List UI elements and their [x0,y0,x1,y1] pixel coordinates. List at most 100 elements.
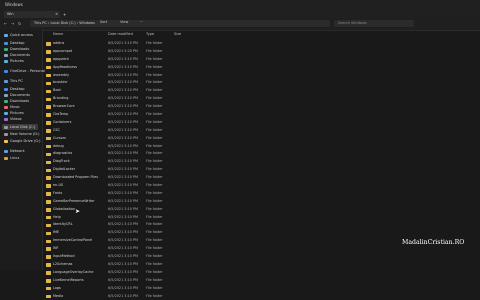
file-row[interactable]: apppatch6/5/2021 3:10 PMFile folder [44,56,344,64]
column-date[interactable]: Date modified [108,32,133,36]
file-name: DigitalLocker [53,166,75,174]
file-date: 6/5/2021 3:10 PM [108,127,138,135]
sidebar-item-label: This PC [10,79,23,83]
file-row[interactable]: Logs6/5/2021 3:10 PMFile folder [44,285,344,293]
file-row[interactable]: DigitalLocker6/5/2021 3:10 PMFile folder [44,166,344,174]
file-date: 6/5/2021 5:20 PM [108,48,138,56]
file-row[interactable]: Help6/5/2021 3:10 PMFile folder [44,214,344,222]
add-tab-button[interactable]: + [63,11,66,18]
file-date: 6/5/2021 3:10 PM [108,79,138,87]
file-name: ImmersiveControlPanel [53,237,92,245]
file-row[interactable]: CSC6/5/2021 3:10 PMFile folder [44,127,344,135]
sidebar-item[interactable]: Google Drive (G:) [4,138,41,144]
file-row[interactable]: ImmersiveControlPanel6/5/2021 3:10 PMFil… [44,237,344,245]
tab-windows[interactable]: Win × [4,11,60,18]
file-type: File folder [146,119,163,127]
view-button[interactable]: View [120,20,128,24]
sidebar-item[interactable]: New Volume (D:) [4,131,39,137]
forward-icon[interactable]: → [11,21,14,26]
column-name[interactable]: Name [53,32,63,36]
file-date: 6/5/2021 3:10 PM [108,293,138,300]
file-row[interactable]: en-US6/5/2021 3:10 PMFile folder [44,182,344,190]
file-row[interactable]: InputMethod6/5/2021 3:10 PMFile folder [44,253,344,261]
file-row[interactable]: Cursors6/5/2021 3:10 PMFile folder [44,135,344,143]
refresh-icon[interactable]: ↻ [18,21,21,26]
file-name: Boot [53,87,61,95]
path-breadcrumb[interactable]: This PC › Local Disk (C:) › Windows [30,20,330,27]
file-row[interactable]: appcompat6/5/2021 5:20 PMFile folder [44,48,344,56]
file-row[interactable]: Branding6/5/2021 3:10 PMFile folder [44,95,344,103]
file-type: File folder [146,103,163,111]
title-bar: Windows [0,0,480,10]
folder-icon [46,247,51,251]
column-type[interactable]: Type [146,32,154,36]
sidebar-item-label: New Volume (D:) [10,132,39,136]
file-type: File folder [146,253,163,261]
file-row[interactable]: assembly6/5/2021 3:10 PMFile folder [44,72,344,80]
file-name: diagnostics [53,150,72,158]
folder-icon [46,287,51,291]
close-tab-icon[interactable]: × [55,11,58,18]
column-size[interactable]: Size [174,32,181,36]
file-row[interactable]: addins6/5/2021 3:10 PMFile folder [44,40,344,48]
file-name: BrowserCore [53,103,75,111]
file-row[interactable]: diagnostics6/5/2021 3:10 PMFile folder [44,150,344,158]
file-row[interactable]: CbsTemp6/5/2021 3:10 PMFile folder [44,111,344,119]
file-row[interactable]: LanguageOverlayCache6/5/2021 3:10 PMFile… [44,269,344,277]
sidebar-item[interactable]: OneDrive - Personal [4,68,45,74]
file-date: 6/5/2021 3:10 PM [108,214,138,222]
file-row[interactable]: LiveKernelReports6/5/2021 3:10 PMFile fo… [44,277,344,285]
file-type: File folder [146,285,163,293]
file-row[interactable]: AppReadiness6/5/2021 3:10 PMFile folder [44,64,344,72]
file-date: 6/5/2021 3:10 PM [108,277,138,285]
back-icon[interactable]: ← [4,21,7,26]
file-row[interactable]: debug6/5/2021 3:10 PMFile folder [44,143,344,151]
file-row[interactable]: L2Schemas6/5/2021 3:10 PMFile folder [44,261,344,269]
file-date: 6/5/2021 3:10 PM [108,253,138,261]
folder-icon [46,105,51,109]
file-row[interactable]: Media6/5/2021 3:10 PMFile folder [44,293,344,300]
file-row[interactable]: GameBarPresenceWriter6/5/2021 3:10 PMFil… [44,198,344,206]
file-type: File folder [146,79,163,87]
file-name: INF [53,245,59,253]
file-row[interactable]: IdentityCRL6/5/2021 3:10 PMFile folder [44,221,344,229]
sidebar-item[interactable]: Local Disk (C:) [2,124,38,130]
file-type: File folder [146,174,163,182]
file-type: File folder [146,261,163,269]
sidebar-item[interactable]: Pictures [4,58,24,64]
file-name: AppReadiness [53,64,77,72]
file-name: DiagTrack [53,158,70,166]
more-button[interactable]: ··· [140,20,143,24]
sidebar-item[interactable]: Quick access [4,32,33,38]
file-date: 6/5/2021 3:10 PM [108,190,138,198]
sidebar-item-label: Local Disk (C:) [10,125,35,129]
file-type: File folder [146,182,163,190]
file-name: Branding [53,95,68,103]
folder-icon [46,169,51,173]
sort-button[interactable]: Sort [100,20,107,24]
file-row[interactable]: bcastdvr6/5/2021 3:10 PMFile folder [44,79,344,87]
file-row[interactable]: Globalization6/5/2021 3:10 PMFile folder [44,206,344,214]
sidebar-item[interactable]: This PC [4,78,23,84]
sidebar-item[interactable]: Network [4,148,25,154]
file-name: Help [53,214,61,222]
folder-icon [4,80,8,83]
file-row[interactable]: Fonts6/5/2021 3:10 PMFile folder [44,190,344,198]
file-row[interactable]: IME6/5/2021 3:10 PMFile folder [44,229,344,237]
file-type: File folder [146,150,163,158]
file-row[interactable]: Boot6/5/2021 3:10 PMFile folder [44,87,344,95]
sidebar-item[interactable]: Videos [4,116,22,122]
file-row[interactable]: Downloaded Program Files6/5/2021 3:10 PM… [44,174,344,182]
folder-icon [46,145,51,149]
file-row[interactable]: Containers6/5/2021 3:10 PMFile folder [44,119,344,127]
folder-icon [46,66,51,70]
sidebar-item[interactable]: Linux [4,155,19,161]
file-date: 6/5/2021 3:10 PM [108,40,138,48]
file-row[interactable]: BrowserCore6/5/2021 3:10 PMFile folder [44,103,344,111]
search-input[interactable]: Search Windows [334,20,414,27]
file-row[interactable]: DiagTrack6/5/2021 3:10 PMFile folder [44,158,344,166]
folder-icon [4,42,8,45]
file-row[interactable]: INF6/5/2021 3:10 PMFile folder [44,245,344,253]
file-name: CSC [53,127,60,135]
file-type: File folder [146,56,163,64]
